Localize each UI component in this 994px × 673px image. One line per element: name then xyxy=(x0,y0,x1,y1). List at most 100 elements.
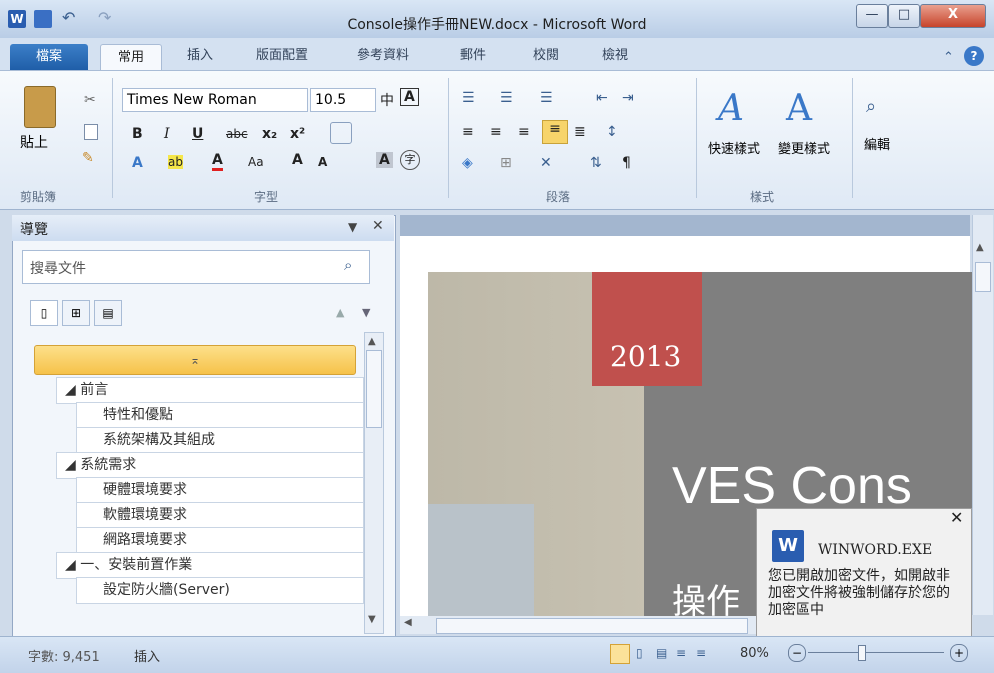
tab-home[interactable]: 常用 xyxy=(100,44,162,71)
zoom-slider-thumb[interactable] xyxy=(857,645,866,661)
nav-heading-item[interactable]: 硬體環境要求 xyxy=(76,477,364,504)
format-painter-icon[interactable]: ✎ xyxy=(82,150,94,166)
align-left-icon[interactable]: ≡ xyxy=(462,124,474,140)
doc-scroll-up-icon[interactable]: ▲ xyxy=(976,242,984,253)
superscript-icon[interactable]: x² xyxy=(290,126,305,142)
minimize-button[interactable]: — xyxy=(856,4,888,28)
collapse-all-bar[interactable]: ⌅ xyxy=(34,345,356,375)
document-scrollbar-thumb[interactable] xyxy=(975,262,991,292)
underline-icon[interactable]: U xyxy=(192,126,203,142)
tab-view[interactable]: 檢視 xyxy=(590,44,640,68)
paste-button[interactable]: 貼上 xyxy=(20,132,48,152)
tab-references[interactable]: 參考資料 xyxy=(345,44,421,68)
shrink-font-icon[interactable]: A xyxy=(318,155,327,169)
asian-layout-icon[interactable]: ✕ xyxy=(540,155,552,171)
full-screen-view-icon[interactable]: ▯ xyxy=(636,646,643,660)
word-count[interactable]: 字數: 9,451 xyxy=(28,646,100,665)
ribbon-collapse-icon[interactable]: ⌃ xyxy=(943,50,954,65)
editing-button[interactable]: 編輯 xyxy=(864,134,890,153)
find-icon[interactable]: ⌕ xyxy=(866,96,876,117)
highlight-icon[interactable]: ab xyxy=(168,155,183,169)
nav-heading-item[interactable]: 軟體環境要求 xyxy=(76,502,364,529)
zoom-level[interactable]: 80% xyxy=(740,646,769,661)
change-styles-icon[interactable]: A xyxy=(786,88,812,129)
search-input-placeholder: 搜尋文件 xyxy=(30,261,86,277)
tab-mailings[interactable]: 郵件 xyxy=(448,44,498,68)
nav-heading-item[interactable]: ◢ 系統需求 xyxy=(56,452,364,479)
subscript-icon[interactable]: x₂ xyxy=(262,126,277,142)
character-shading-icon[interactable]: A xyxy=(376,152,393,168)
scroll-up-icon[interactable]: ▲ xyxy=(368,336,376,347)
text-effects-icon[interactable]: A xyxy=(132,155,143,171)
window-title: Console操作手冊NEW.docx - Microsoft Word xyxy=(347,17,647,33)
sort-icon[interactable]: ⇅ xyxy=(590,155,602,171)
line-spacing-icon[interactable]: ↕ xyxy=(606,124,618,140)
character-border-icon[interactable]: A xyxy=(400,88,419,106)
tab-insert[interactable]: 插入 xyxy=(175,44,225,68)
notification-close-icon[interactable]: ✕ xyxy=(950,508,963,527)
scroll-left-icon[interactable]: ◀ xyxy=(404,617,412,628)
tab-layout[interactable]: 版面配置 xyxy=(244,44,320,68)
justify-icon[interactable]: ≡ xyxy=(542,120,568,144)
web-layout-icon[interactable]: ▤ xyxy=(656,646,667,660)
outline-view-icon[interactable]: ≡ xyxy=(676,646,686,660)
align-center-icon[interactable]: ≡ xyxy=(490,124,502,140)
decrease-indent-icon[interactable]: ⇤ xyxy=(596,90,608,106)
increase-indent-icon[interactable]: ⇥ xyxy=(622,90,634,106)
strikethrough-icon[interactable]: abc xyxy=(226,127,248,141)
grow-font-icon[interactable]: A xyxy=(292,152,303,168)
quick-styles-icon[interactable]: A xyxy=(718,88,744,129)
align-right-icon[interactable]: ≡ xyxy=(518,124,530,140)
font-size-combo[interactable]: 10.5 xyxy=(310,88,376,112)
font-name-combo[interactable]: Times New Roman xyxy=(122,88,308,112)
copy-icon[interactable] xyxy=(84,124,98,140)
close-button[interactable]: X xyxy=(920,4,986,28)
bullets-icon[interactable]: ☰ xyxy=(462,90,475,106)
results-view-icon[interactable]: ▤ xyxy=(94,300,122,326)
previous-heading-icon[interactable]: ▲ xyxy=(336,306,344,319)
show-marks-icon[interactable]: ¶ xyxy=(622,155,631,171)
paste-icon[interactable] xyxy=(24,86,56,128)
pages-view-icon[interactable]: ⊞ xyxy=(62,300,90,326)
zoom-out-icon[interactable]: − xyxy=(788,644,806,662)
nav-heading-item[interactable]: ◢ 一、安裝前置作業 xyxy=(56,552,364,579)
draft-view-icon[interactable]: ≡ xyxy=(696,646,706,660)
bold-icon[interactable]: B xyxy=(132,126,143,142)
insert-mode[interactable]: 插入 xyxy=(134,646,160,665)
horizontal-scrollbar-thumb[interactable] xyxy=(436,618,748,634)
print-layout-view-icon[interactable] xyxy=(610,644,630,664)
navigation-pane-header xyxy=(12,215,394,241)
change-case-icon[interactable]: Aa xyxy=(248,155,264,169)
nav-heading-item[interactable]: 網路環境要求 xyxy=(76,527,364,554)
search-icon[interactable]: ⌕ xyxy=(344,256,352,274)
pane-menu-icon[interactable]: ▼ xyxy=(348,220,357,234)
italic-icon[interactable]: I xyxy=(164,126,170,142)
scroll-down-icon[interactable]: ▼ xyxy=(368,614,376,625)
nav-heading-item[interactable]: ◢ 前言 xyxy=(56,377,364,404)
next-heading-icon[interactable]: ▼ xyxy=(362,306,370,319)
nav-heading-item[interactable]: 特性和優點 xyxy=(76,402,364,429)
tab-review[interactable]: 校閱 xyxy=(521,44,571,68)
cut-icon[interactable]: ✂ xyxy=(84,92,96,108)
phonetic-guide-icon[interactable]: 中 xyxy=(380,90,394,110)
zoom-slider-track[interactable] xyxy=(808,652,944,653)
borders-icon[interactable]: ⊞ xyxy=(500,155,512,171)
numbering-icon[interactable]: ☰ xyxy=(500,90,513,106)
nav-scrollbar-thumb[interactable] xyxy=(366,350,382,428)
change-styles-button[interactable]: 變更樣式 xyxy=(778,138,830,157)
tab-file[interactable]: 檔案 xyxy=(10,44,88,70)
distributed-icon[interactable]: ≣ xyxy=(574,124,586,140)
nav-heading-item[interactable]: 設定防火牆(Server) xyxy=(76,577,364,604)
quick-styles-button[interactable]: 快速樣式 xyxy=(708,138,760,157)
help-icon[interactable]: ? xyxy=(964,46,984,66)
font-color-icon[interactable]: A xyxy=(212,152,223,171)
clear-formatting-icon[interactable] xyxy=(330,122,352,144)
nav-heading-item[interactable]: 系統架構及其組成 xyxy=(76,427,364,454)
multilevel-list-icon[interactable]: ☰ xyxy=(540,90,553,106)
enclose-character-icon[interactable]: 字 xyxy=(400,150,420,170)
headings-view-icon[interactable]: ▯ xyxy=(30,300,58,326)
zoom-in-icon[interactable]: + xyxy=(950,644,968,662)
shading-icon[interactable]: ◈ xyxy=(462,155,473,171)
pane-close-icon[interactable]: ✕ xyxy=(372,218,384,234)
maximize-button[interactable]: □ xyxy=(888,4,920,28)
